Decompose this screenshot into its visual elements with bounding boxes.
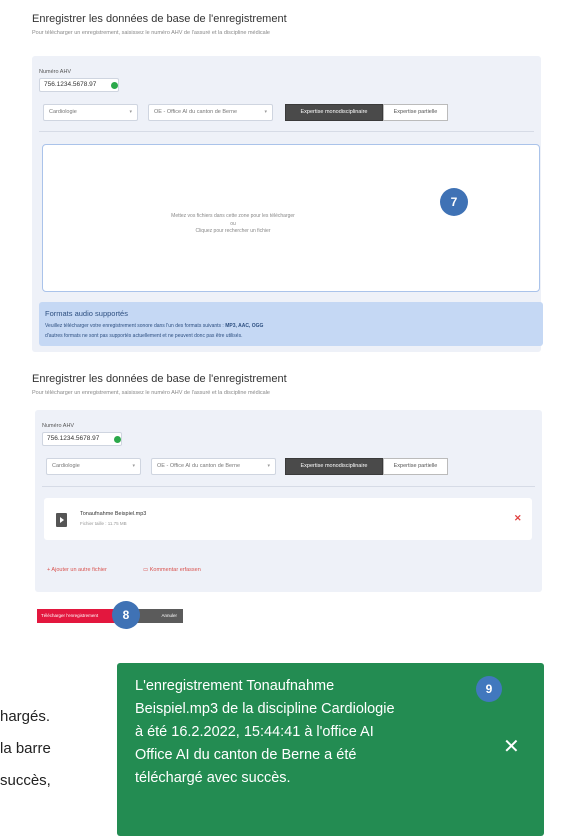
divider bbox=[42, 486, 535, 487]
chevron-down-icon: ▾ bbox=[264, 109, 267, 115]
form-card: Numéro AHV 756.1234.5678.97 Cardiologie … bbox=[35, 410, 542, 592]
chevron-down-icon: ▾ bbox=[267, 463, 270, 469]
text-fragment-2: la barre bbox=[0, 740, 51, 757]
formats-list: MP3, AAC, OGG bbox=[225, 323, 264, 329]
text-fragment-1: hargés. bbox=[0, 708, 51, 725]
ahv-valid-icon bbox=[114, 436, 121, 443]
file-size: Fichier taille : 11.75 MB bbox=[80, 521, 127, 526]
toast-line-3: à été 16.2.2022, 15:44:41 à l'office AI bbox=[135, 724, 374, 740]
chevron-down-icon: ▾ bbox=[129, 109, 132, 115]
form-card: Numéro AHV 756.1234.5678.97 Cardiologie … bbox=[32, 56, 543, 352]
audio-file-icon bbox=[56, 513, 67, 527]
page-subtitle: Pour télécharger un enregistrement, sais… bbox=[32, 30, 270, 36]
office-select-value: OE - Office AI du canton de Berne bbox=[157, 463, 241, 469]
comment-icon: ▭ bbox=[143, 567, 150, 573]
ahv-valid-icon bbox=[111, 82, 118, 89]
dropzone-line-1: Mettez vos fichiers dans cette zone pour… bbox=[171, 213, 295, 219]
add-comment-link[interactable]: ▭ Kommentar erfassen bbox=[143, 567, 201, 573]
dropzone-line-3: Cliquez pour rechercher un fichier bbox=[195, 228, 271, 234]
file-name: Tonaufnahme Beispiel.mp3 bbox=[80, 511, 147, 517]
file-dropzone[interactable]: Mettez vos fichiers dans cette zone pour… bbox=[42, 144, 540, 292]
page-title: Enregistrer les données de base de l'enr… bbox=[32, 13, 287, 25]
toast-line-1: L'enregistrement Tonaufnahme bbox=[135, 678, 335, 694]
discipline-select-value: Cardiologie bbox=[52, 463, 80, 469]
uploaded-file-item: Tonaufnahme Beispiel.mp3 Fichier taille … bbox=[44, 498, 532, 540]
discipline-select[interactable]: Cardiologie ▾ bbox=[43, 104, 138, 121]
dropzone-line-2: ou bbox=[230, 220, 236, 227]
step-badge-8: 8 bbox=[112, 601, 140, 629]
ahv-label: Numéro AHV bbox=[39, 69, 72, 75]
ahv-input[interactable]: 756.1234.5678.97 bbox=[39, 78, 119, 92]
upload-button[interactable]: Télécharger l'enregistrement bbox=[37, 609, 117, 623]
toast-message: L'enregistrement Tonaufnahme Beispiel.mp… bbox=[135, 675, 395, 790]
supported-formats-info: Formats audio supportés Veuillez télécha… bbox=[39, 302, 543, 346]
toast-line-2: Beispiel.mp3 de la discipline Cardiologi… bbox=[135, 701, 395, 717]
discipline-select-value: Cardiologie bbox=[49, 109, 77, 115]
discipline-select[interactable]: Cardiologie ▾ bbox=[46, 458, 141, 475]
step-badge-9: 9 bbox=[476, 676, 502, 702]
step-badge-7: 7 bbox=[440, 188, 468, 216]
success-toast: L'enregistrement Tonaufnahme Beispiel.mp… bbox=[117, 663, 544, 836]
office-select[interactable]: OE - Office AI du canton de Berne ▾ bbox=[148, 104, 273, 121]
office-select-value: OE - Office AI du canton de Berne bbox=[154, 109, 238, 115]
expertise-mono-toggle[interactable]: Expertise monodisciplinaire bbox=[285, 458, 383, 475]
expertise-partial-toggle[interactable]: Expertise partielle bbox=[383, 104, 448, 121]
close-icon[interactable]: ✕ bbox=[503, 734, 520, 759]
upload-panel-empty: Enregistrer les données de base de l'enr… bbox=[30, 0, 561, 358]
add-file-link[interactable]: + Ajouter un autre fichier bbox=[47, 567, 107, 573]
chevron-down-icon: ▾ bbox=[132, 463, 135, 469]
ahv-input[interactable]: 756.1234.5678.97 bbox=[42, 432, 122, 446]
dropzone-hint: Mettez vos fichiers dans cette zone pour… bbox=[43, 213, 423, 236]
text-fragment-3: succès, bbox=[0, 772, 51, 789]
toast-line-5: téléchargé avec succès. bbox=[135, 770, 291, 786]
formats-line-1: Veuillez télécharger votre enregistremen… bbox=[45, 323, 263, 329]
add-comment-label: Kommentar erfassen bbox=[149, 567, 201, 573]
toast-line-4: Office AI du canton de Berne a été bbox=[135, 747, 357, 763]
formats-title: Formats audio supportés bbox=[45, 309, 128, 318]
ahv-label: Numéro AHV bbox=[42, 423, 75, 429]
expertise-mono-toggle[interactable]: Expertise monodisciplinaire bbox=[285, 104, 383, 121]
divider bbox=[39, 131, 534, 132]
page-subtitle: Pour télécharger un enregistrement, sais… bbox=[32, 390, 270, 396]
remove-file-icon[interactable]: ✕ bbox=[514, 513, 522, 524]
formats-line-2: d'autres formats ne sont pas supportés a… bbox=[45, 333, 243, 339]
upload-panel-with-file: Enregistrer les données de base de l'enr… bbox=[30, 362, 561, 634]
page-title: Enregistrer les données de base de l'enr… bbox=[32, 373, 287, 385]
expertise-partial-toggle[interactable]: Expertise partielle bbox=[383, 458, 448, 475]
office-select[interactable]: OE - Office AI du canton de Berne ▾ bbox=[151, 458, 276, 475]
formats-line-1-text: Veuillez télécharger votre enregistremen… bbox=[45, 323, 226, 329]
